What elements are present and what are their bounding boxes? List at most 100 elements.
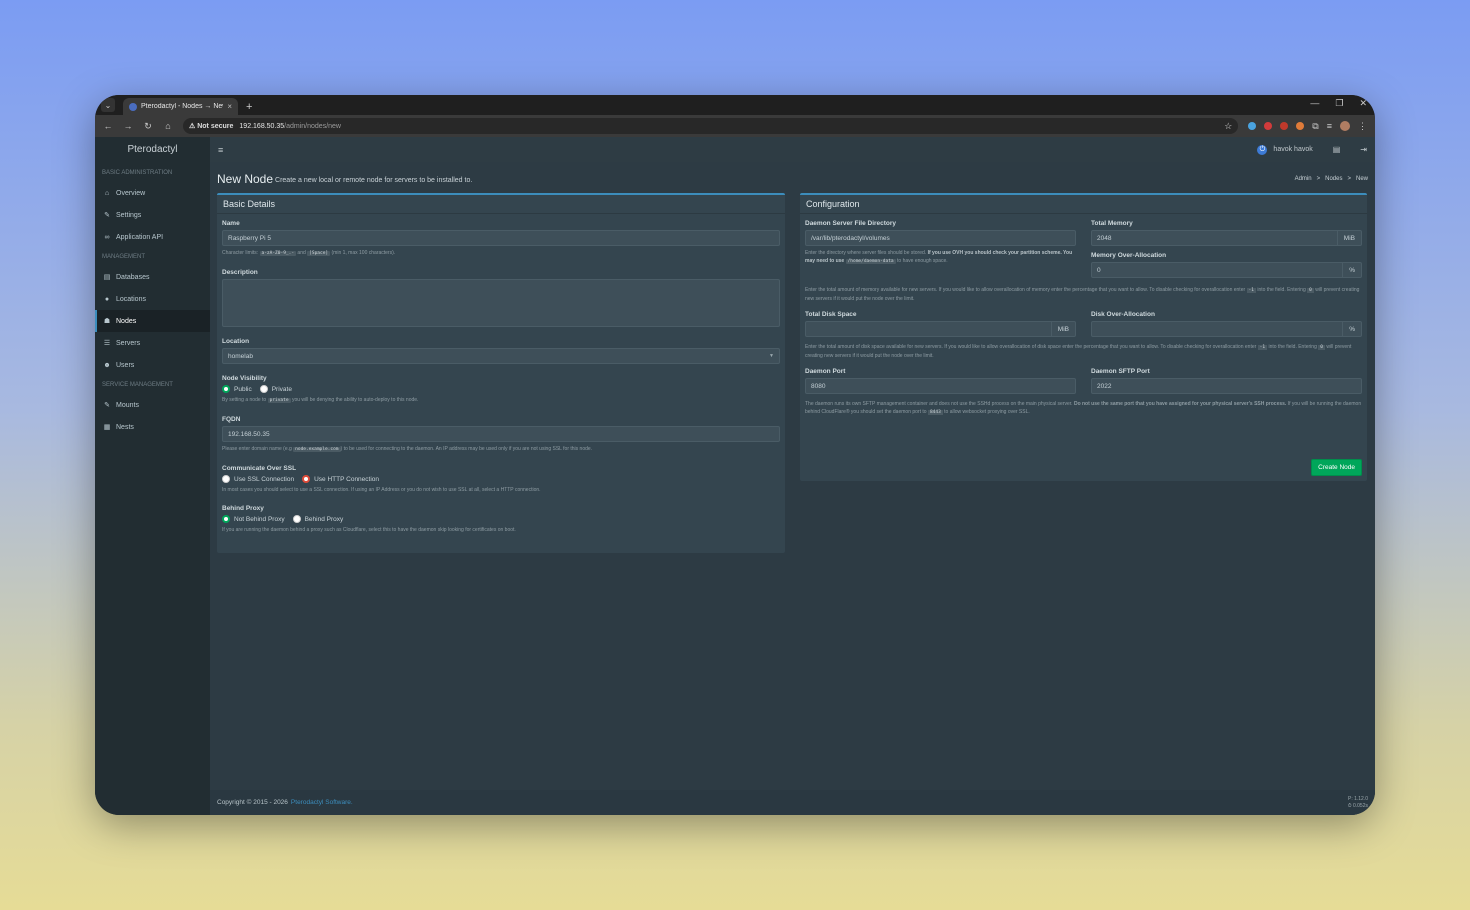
- minimize-icon[interactable]: —: [1310, 98, 1319, 109]
- sidebar-item-label: Application API: [116, 233, 164, 241]
- server-list-icon[interactable]: ▤: [1333, 145, 1341, 154]
- not-secure-badge[interactable]: ⚠ Not secure: [189, 122, 233, 130]
- use-http-radio[interactable]: Use HTTP Connection: [302, 475, 379, 483]
- sidebar-item-label: Mounts: [116, 401, 139, 409]
- sidebar-item-overview[interactable]: ⌂ Overview: [95, 182, 210, 204]
- description-textarea[interactable]: [222, 279, 780, 327]
- total-memory-input[interactable]: 2048: [1091, 230, 1338, 246]
- hamburger-icon[interactable]: ≡: [218, 145, 223, 155]
- extension-icon[interactable]: [1264, 122, 1273, 130]
- sftp-port-input[interactable]: 2022: [1091, 378, 1362, 394]
- back-icon[interactable]: ←: [103, 121, 113, 131]
- port-help: The daemon runs its own SFTP management …: [805, 401, 1362, 415]
- sitemap-icon: ☗: [103, 318, 111, 325]
- top-bar: Pterodactyl ≡ ⏻ havok havok ▤ ⇥: [95, 137, 1375, 162]
- brand-logo[interactable]: Pterodactyl: [95, 137, 210, 162]
- sidebar-item-settings[interactable]: ✎ Settings: [95, 204, 210, 226]
- logout-icon[interactable]: ⇥: [1360, 145, 1367, 154]
- disk-overalloc-input[interactable]: [1091, 321, 1344, 337]
- user-menu[interactable]: ⏻ havok havok ▤ ⇥: [1257, 144, 1367, 155]
- tab-title: Pterodactyl - Nodes → New: [141, 103, 224, 110]
- tab-close-icon[interactable]: ×: [227, 102, 232, 111]
- ssl-label: Communicate Over SSL: [222, 465, 297, 472]
- not-behind-proxy-radio[interactable]: Not Behind Proxy: [222, 515, 285, 523]
- radio-label: Use HTTP Connection: [314, 475, 380, 483]
- visibility-label: Node Visibility: [222, 375, 267, 382]
- configuration-title: Configuration: [800, 195, 1367, 214]
- window-controls: — ❐ ✕: [1310, 98, 1367, 109]
- percent-unit: %: [1343, 321, 1362, 337]
- render-time: ⏱ 0.052s: [1347, 802, 1368, 809]
- sidebar-item-users[interactable]: ☻ Users: [95, 354, 210, 376]
- extension-icon[interactable]: [1248, 122, 1257, 130]
- radio-checked-icon: [222, 385, 230, 393]
- memory-overalloc-label: Memory Over-Allocation: [1091, 252, 1167, 259]
- name-input[interactable]: Raspberry Pi 5: [222, 230, 780, 246]
- disk-help: Enter the total amount of disk space ava…: [805, 344, 1352, 359]
- bookmark-star-icon[interactable]: ☆: [1224, 121, 1232, 132]
- forward-icon[interactable]: →: [123, 121, 133, 131]
- sidebar-item-application-api[interactable]: ∞ Application API: [95, 226, 210, 248]
- radio-checked-icon: [222, 515, 230, 523]
- url-bar[interactable]: ⚠ Not secure 192.168.50.35 /admin/nodes/…: [183, 118, 1239, 134]
- location-select[interactable]: homelab ▼: [222, 348, 780, 364]
- pterodactyl-link[interactable]: Pterodactyl Software.: [291, 799, 353, 806]
- breadcrumb-nodes[interactable]: Nodes: [1325, 176, 1342, 182]
- favicon-icon: [129, 102, 137, 111]
- extensions: ⧉ ≡ ⋮: [1248, 121, 1367, 132]
- sidebar-header: BASIC ADMINISTRATION: [102, 170, 173, 176]
- daemon-dir-input[interactable]: /var/lib/pterodactyl/volumes: [805, 230, 1076, 246]
- profile-avatar[interactable]: [1340, 121, 1350, 131]
- server-icon: ☰: [103, 340, 111, 347]
- sidebar-item-label: Nests: [116, 423, 134, 431]
- extension-icon[interactable]: [1280, 122, 1289, 130]
- link-icon: ∞: [104, 233, 110, 241]
- footer: Copyright © 2015 - 2026 Pterodactyl Soft…: [210, 790, 1375, 815]
- public-radio[interactable]: Public: [222, 385, 252, 393]
- sidebar-item-mounts[interactable]: ✎ Mounts: [95, 394, 210, 416]
- close-window-icon[interactable]: ✕: [1359, 98, 1367, 109]
- daemon-port-input[interactable]: 8080: [805, 378, 1076, 394]
- breadcrumb-admin[interactable]: Admin: [1295, 176, 1312, 182]
- browser-menu-icon[interactable]: ⋮: [1358, 121, 1367, 132]
- name-help: Character limits: a-zA-Z0-9_.- and [Spac…: [222, 250, 396, 256]
- version-text: P: 1.12.0: [1347, 795, 1368, 802]
- sidebar-item-databases[interactable]: ▤ Databases: [95, 266, 210, 288]
- radio-label: Not Behind Proxy: [234, 515, 285, 523]
- reload-icon[interactable]: ↻: [143, 121, 153, 132]
- behind-proxy-radio[interactable]: Behind Proxy: [292, 515, 343, 523]
- sidebar-item-label: Nodes: [116, 317, 137, 325]
- radio-checked-icon: [302, 475, 311, 483]
- total-disk-input[interactable]: [805, 321, 1052, 337]
- version-info: P: 1.12.0 ⏱ 0.052s: [1348, 796, 1368, 810]
- chevron-down-icon: ▼: [769, 353, 774, 359]
- memory-overalloc-input[interactable]: 0: [1091, 262, 1344, 278]
- home-icon[interactable]: ⌂: [163, 121, 173, 131]
- sidebar: BASIC ADMINISTRATION ⌂ Overview ✎ Settings…: [95, 162, 210, 815]
- total-memory-label: Total Memory: [1091, 220, 1133, 227]
- page-title: New Node: [217, 172, 274, 186]
- tab-search-icon[interactable]: ⌄: [101, 98, 115, 112]
- sidebar-item-locations[interactable]: ● Locations: [95, 288, 210, 310]
- sidebar-item-nests[interactable]: ▦ Nests: [95, 416, 210, 438]
- private-radio[interactable]: Private: [259, 385, 292, 393]
- puzzle-icon[interactable]: ⧉: [1312, 121, 1318, 132]
- browser-tab[interactable]: Pterodactyl - Nodes → New ×: [123, 98, 238, 115]
- disk-unit: MiB: [1051, 321, 1076, 337]
- sidebar-header: MANAGEMENT: [102, 254, 146, 260]
- url-path: /admin/nodes/new: [284, 122, 341, 130]
- extension-icon[interactable]: [1296, 122, 1305, 130]
- name-label: Name: [222, 220, 240, 227]
- use-ssl-radio[interactable]: Use SSL Connection: [222, 475, 294, 483]
- sidebar-item-label: Overview: [116, 189, 146, 197]
- fqdn-input[interactable]: 192.168.50.35: [222, 426, 780, 442]
- maximize-icon[interactable]: ❐: [1335, 98, 1343, 109]
- media-icon[interactable]: ≡: [1327, 121, 1332, 131]
- new-tab-icon[interactable]: +: [246, 101, 252, 113]
- sidebar-item-nodes[interactable]: ☗ Nodes: [95, 310, 210, 332]
- create-node-button[interactable]: Create Node: [1311, 459, 1362, 476]
- sidebar-item-servers[interactable]: ☰ Servers: [95, 332, 210, 354]
- page-subtitle: Create a new local or remote node for se…: [275, 176, 473, 184]
- description-label: Description: [222, 269, 258, 276]
- sidebar-item-label: Locations: [116, 295, 146, 303]
